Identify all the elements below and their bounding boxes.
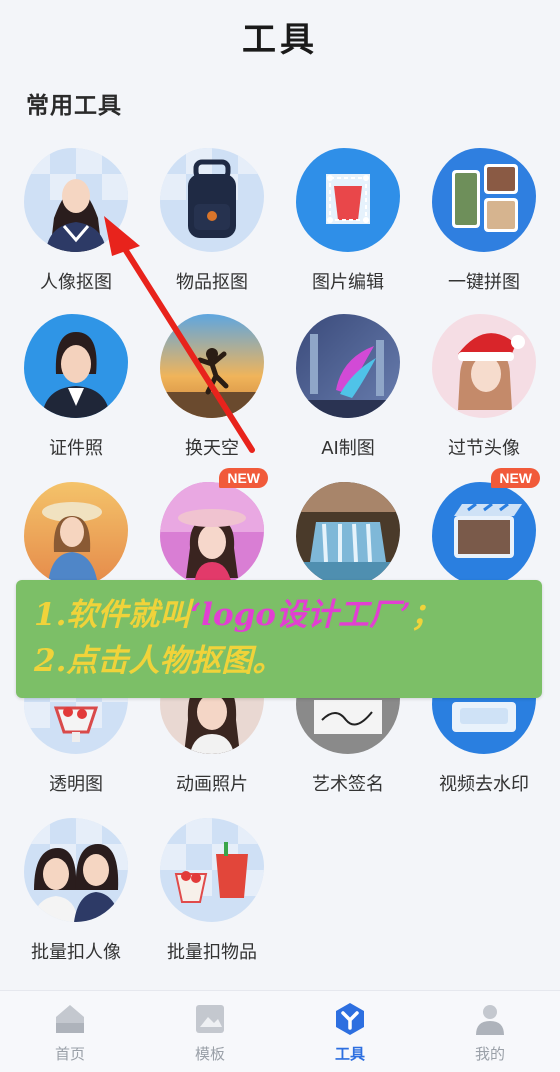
instruction-step-number: 1.: [34, 597, 67, 633]
tool-label: 一键拼图: [448, 272, 520, 293]
instruction-punctuation: ；: [410, 597, 442, 633]
holiday-avatar-icon: [432, 314, 536, 418]
tab-tools[interactable]: 工具: [280, 991, 420, 1072]
batch-object-icon: [160, 818, 264, 922]
home-icon: [56, 1005, 84, 1033]
tool-holiday-avatar[interactable]: 过节头像: [419, 314, 549, 464]
sky-replace-icon: [160, 314, 264, 418]
tool-portrait-cutout[interactable]: 人像抠图: [11, 148, 141, 298]
tab-home[interactable]: 首页: [0, 991, 140, 1072]
tool-sky-replace[interactable]: 换天空: [147, 314, 277, 464]
app-header: 工具: [0, 0, 560, 72]
hat-portrait-icon: [160, 482, 264, 586]
new-badge: NEW: [491, 468, 540, 488]
waterfall-icon: [296, 482, 400, 586]
object-cutout-icon: [160, 148, 264, 252]
id-photo-icon: [24, 314, 128, 418]
tool-label: 物品抠图: [176, 272, 248, 293]
tab-label: 我的: [474, 1045, 505, 1063]
portrait-cutout-icon: [24, 148, 128, 252]
batch-portrait-icon: [24, 818, 128, 922]
tool-batch-portrait[interactable]: 批量扣人像: [11, 818, 141, 968]
tool-image-edit[interactable]: 图片编辑: [283, 148, 413, 298]
instruction-line-1: 1.软件就叫‘logo设计工厂’；: [34, 592, 524, 638]
tool-collage[interactable]: 一键拼图: [419, 148, 549, 298]
tool-label: 图片编辑: [312, 272, 384, 293]
tool-label: 换天空: [185, 438, 239, 459]
tool-ai-draw[interactable]: AI制图: [283, 314, 413, 464]
page-title: 工具: [242, 19, 318, 60]
tab-template[interactable]: 模板: [140, 991, 280, 1072]
bottom-tab-bar: 首页 模板 工具 我的: [0, 990, 560, 1072]
instruction-line-2: 2.点击人物抠图。: [34, 643, 284, 679]
tool-label: 过节头像: [448, 438, 520, 459]
tool-object-cutout[interactable]: 物品抠图: [147, 148, 277, 298]
tool-id-photo[interactable]: 证件照: [11, 314, 141, 464]
profile-icon: [476, 1005, 504, 1035]
tool-label: 动画照片: [176, 774, 248, 795]
tool-label: 批量扣人像: [31, 942, 121, 963]
tool-label: AI制图: [321, 438, 375, 459]
instruction-banner: 1.软件就叫‘logo设计工厂’； 2.点击人物抠图。: [16, 580, 542, 698]
image-edit-icon: [296, 148, 400, 252]
tool-label: 视频去水印: [439, 774, 529, 795]
tool-label: 证件照: [49, 438, 103, 459]
tab-label: 工具: [334, 1045, 365, 1063]
instruction-text: 软件就叫: [66, 597, 191, 633]
beach-portrait-icon: [24, 482, 128, 586]
tool-label: 艺术签名: [312, 774, 384, 795]
tool-label: 人像抠图: [40, 272, 112, 293]
section-title: 常用工具: [26, 93, 122, 119]
tool-batch-object[interactable]: 批量扣物品: [147, 818, 277, 968]
tab-label: 首页: [54, 1045, 85, 1063]
video-icon: [432, 482, 536, 586]
tool-label: 批量扣物品: [167, 942, 257, 963]
tools-icon: [336, 1003, 364, 1035]
app-name-highlight: ‘logo设计工厂’: [190, 597, 411, 633]
ai-draw-icon: [296, 314, 400, 418]
new-badge: NEW: [219, 468, 268, 488]
tab-label: 模板: [194, 1045, 225, 1063]
collage-icon: [432, 148, 536, 252]
template-icon: [196, 1005, 224, 1033]
tool-label: 透明图: [49, 774, 103, 795]
tab-profile[interactable]: 我的: [420, 991, 560, 1072]
